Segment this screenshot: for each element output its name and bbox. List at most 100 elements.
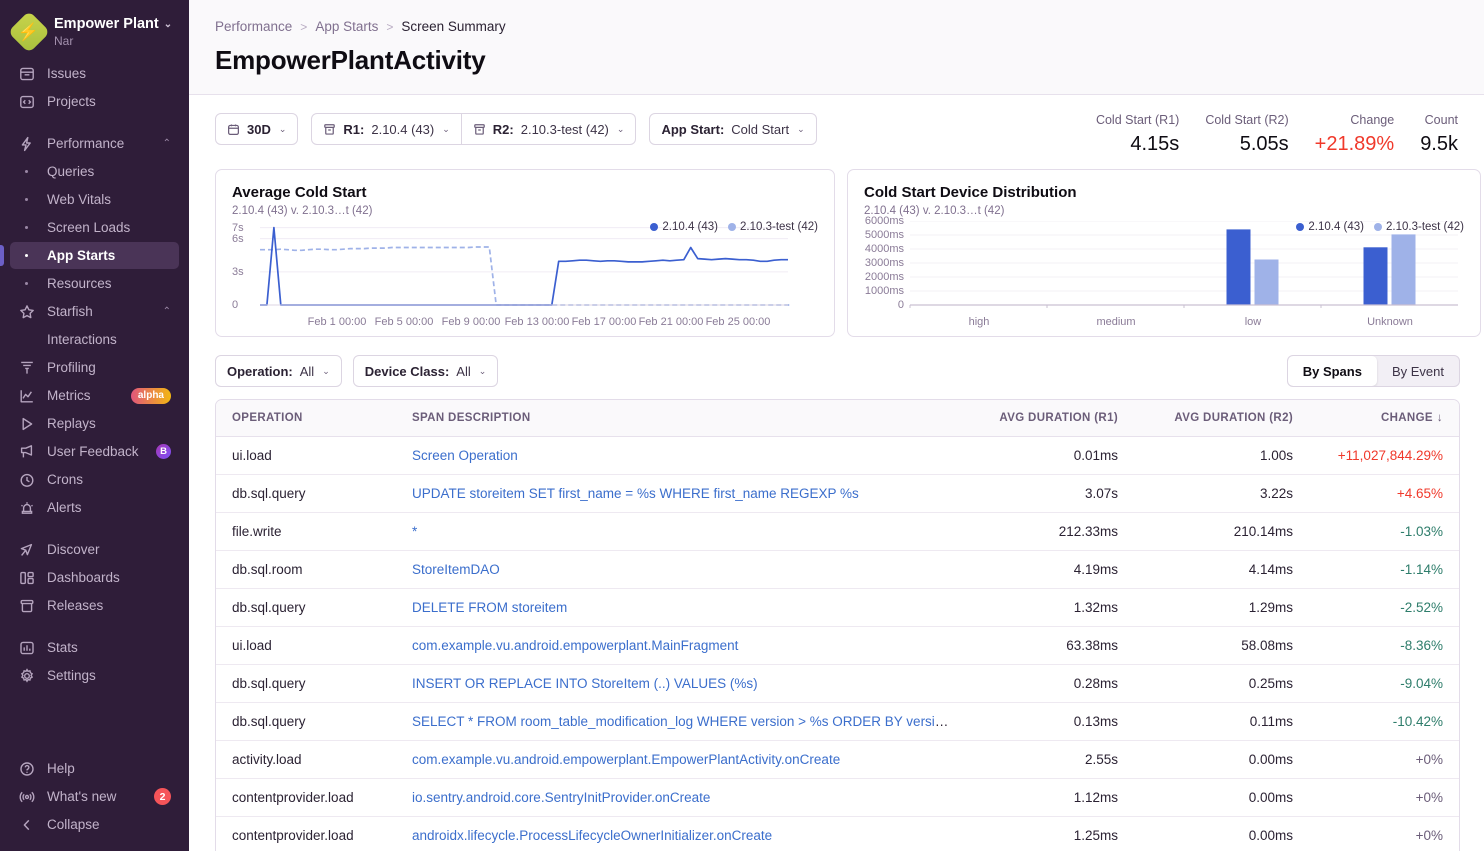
legend-item[interactable]: 2.10.4 (43) [650,221,718,233]
sidebar-item-screen-loads[interactable]: Screen Loads [10,214,179,241]
sidebar-item-metrics[interactable]: Metricsalpha [10,382,179,409]
summary-metrics: Cold Start (R1)4.15sCold Start (R2)5.05s… [1070,113,1460,155]
column-header-operation[interactable]: Operation [216,400,396,437]
breadcrumb-current: Screen Summary [401,19,505,34]
date-range-filter[interactable]: 30D ⌄ [215,113,298,145]
span-description-link[interactable]: DELETE FROM storeitem [412,600,567,615]
metrics-icon [18,387,35,404]
chevron-down-icon[interactable]: ⌄ [164,19,172,31]
page-title: EmpowerPlantActivity [215,45,1460,76]
tab-by-event[interactable]: By Event [1377,356,1459,386]
operation-filter[interactable]: Operation: All ⌄ [215,355,342,387]
sidebar-item-what-s-new[interactable]: What's new2 [10,783,179,810]
sidebar-item-alerts[interactable]: Alerts [10,494,179,521]
sidebar-item-profiling[interactable]: Profiling [10,354,179,381]
sidebar-item-stats[interactable]: Stats [10,634,179,661]
metric-label: Cold Start (R2) [1205,113,1288,128]
column-header-label: Span Description [412,412,530,424]
span-description-link[interactable]: StoreItemDAO [412,562,500,577]
sidebar-item-label: Queries [47,164,171,179]
device-class-filter[interactable]: Device Class: All ⌄ [353,355,499,387]
tab-by-spans[interactable]: By Spans [1288,356,1377,386]
breadcrumb-app-starts[interactable]: App Starts [315,19,378,34]
release-r2-filter[interactable]: R2: 2.10.3-test (42) ⌄ [462,113,637,145]
span-description-link[interactable]: com.example.vu.android.empowerplant.Main… [412,638,738,653]
chevron-up-icon[interactable]: ⌃ [163,138,171,149]
sidebar-item-queries[interactable]: Queries [10,158,179,185]
sidebar-item-dashboards[interactable]: Dashboards [10,564,179,591]
span-description-link[interactable]: Screen Operation [412,448,518,463]
table-row[interactable]: db.sql.querySELECT * FROM room_table_mod… [216,703,1459,741]
release-r1-filter[interactable]: R1: 2.10.4 (43) ⌄ [311,113,461,145]
table-row[interactable]: file.write*212.33ms210.14ms-1.03% [216,513,1459,551]
sidebar-item-label: Web Vitals [47,192,171,207]
table-row[interactable]: activity.loadcom.example.vu.android.empo… [216,741,1459,779]
table-row[interactable]: ui.loadScreen Operation0.01ms1.00s+11,02… [216,437,1459,475]
table-row[interactable]: contentprovider.loadio.sentry.android.co… [216,779,1459,817]
breadcrumb-performance[interactable]: Performance [215,19,292,34]
sidebar-item-projects[interactable]: Projects [10,88,179,115]
sidebar-item-performance[interactable]: Performance⌃ [10,130,179,157]
org-subtitle: Nar [54,35,172,49]
sidebar-item-interactions[interactable]: Interactions [10,326,179,353]
stats-icon [18,639,35,656]
sidebar-item-issues[interactable]: Issues [10,60,179,87]
span-description-link[interactable]: io.sentry.android.core.SentryInitProvide… [412,790,710,805]
sidebar-item-crons[interactable]: Crons [10,466,179,493]
sidebar-item-help[interactable]: Help [10,755,179,782]
replays-icon [18,415,35,432]
sidebar-item-web-vitals[interactable]: Web Vitals [10,186,179,213]
column-header-d2[interactable]: Avg Duration (R2) [1134,400,1309,437]
cell-avg-duration-r1: 212.33ms [969,513,1134,551]
table-row[interactable]: db.sql.roomStoreItemDAO4.19ms4.14ms-1.14… [216,551,1459,589]
breadcrumb: Performance > App Starts > Screen Summar… [215,19,1460,34]
legend-item[interactable]: 2.10.4 (43) [1296,221,1364,233]
nav-divider [0,620,189,634]
column-header-d1[interactable]: Avg Duration (R1) [969,400,1134,437]
app-start-filter[interactable]: App Start: Cold Start ⌄ [649,113,816,145]
sidebar-item-label: Dashboards [47,570,171,585]
span-description-link[interactable]: androidx.lifecycle.ProcessLifecycleOwner… [412,828,772,843]
table-row[interactable]: db.sql.queryUPDATE storeitem SET first_n… [216,475,1459,513]
span-description-link[interactable]: UPDATE storeitem SET first_name = %s WHE… [412,486,859,501]
org-name-row: Empower Plant ⌄ [54,16,172,33]
sidebar-item-discover[interactable]: Discover [10,536,179,563]
span-description-link[interactable]: INSERT OR REPLACE INTO StoreItem (..) VA… [412,676,758,691]
sidebar-item-releases[interactable]: Releases [10,592,179,619]
span-description-link[interactable]: com.example.vu.android.empowerplant.Empo… [412,752,840,767]
org-switcher[interactable]: ⚡ Empower Plant ⌄ Nar [0,12,189,60]
chevron-up-icon[interactable]: ⌃ [163,306,171,317]
chevron-down-icon: ⌄ [797,124,805,135]
average-cold-start-card: Average Cold Start 2.10.4 (43) v. 2.10.3… [215,169,835,337]
bar-chart[interactable]: 6000ms5000ms4000ms3000ms2000ms1000ms0hig… [864,221,1464,330]
sidebar-item-label: Resources [47,276,171,291]
x-axis-tick: high [969,316,990,328]
legend-item[interactable]: 2.10.3-test (42) [1374,221,1464,233]
table-row[interactable]: db.sql.queryDELETE FROM storeitem1.32ms1… [216,589,1459,627]
sidebar-item-resources[interactable]: Resources [10,270,179,297]
table-row[interactable]: db.sql.queryINSERT OR REPLACE INTO Store… [216,665,1459,703]
table-row[interactable]: contentprovider.loadandroidx.lifecycle.P… [216,817,1459,851]
line-chart[interactable]: 7s6s3s0Feb 1 00:00Feb 5 00:00Feb 9 00:00… [232,221,818,330]
sidebar-item-settings[interactable]: Settings [10,662,179,689]
cell-avg-duration-r2: 210.14ms [1134,513,1309,551]
sidebar-item-replays[interactable]: Replays [10,410,179,437]
column-header-change[interactable]: Change↓ [1309,400,1459,437]
cell-avg-duration-r1: 2.55s [969,741,1134,779]
cell-avg-duration-r2: 0.11ms [1134,703,1309,741]
legend-item[interactable]: 2.10.3-test (42) [728,221,818,233]
column-header-description[interactable]: Span Description [396,400,969,437]
sidebar-item-label: Replays [47,416,171,431]
table-row[interactable]: ui.loadcom.example.vu.android.empowerpla… [216,627,1459,665]
release-r1-value: 2.10.4 (43) [371,122,434,137]
main-content: Performance > App Starts > Screen Summar… [189,0,1484,851]
chart-title: Cold Start Device Distribution [864,184,1464,201]
sidebar-item-starfish[interactable]: Starfish⌃ [10,298,179,325]
sidebar-item-app-starts[interactable]: App Starts [10,242,179,269]
sidebar-item-collapse[interactable]: Collapse [10,811,179,838]
sidebar-item-user-feedback[interactable]: User FeedbackB [10,438,179,465]
span-description-link[interactable]: * [412,524,417,539]
cell-change: +0% [1309,779,1459,817]
sidebar-item-label: Collapse [47,817,171,832]
span-description-link[interactable]: SELECT * FROM room_table_modification_lo… [412,714,969,729]
